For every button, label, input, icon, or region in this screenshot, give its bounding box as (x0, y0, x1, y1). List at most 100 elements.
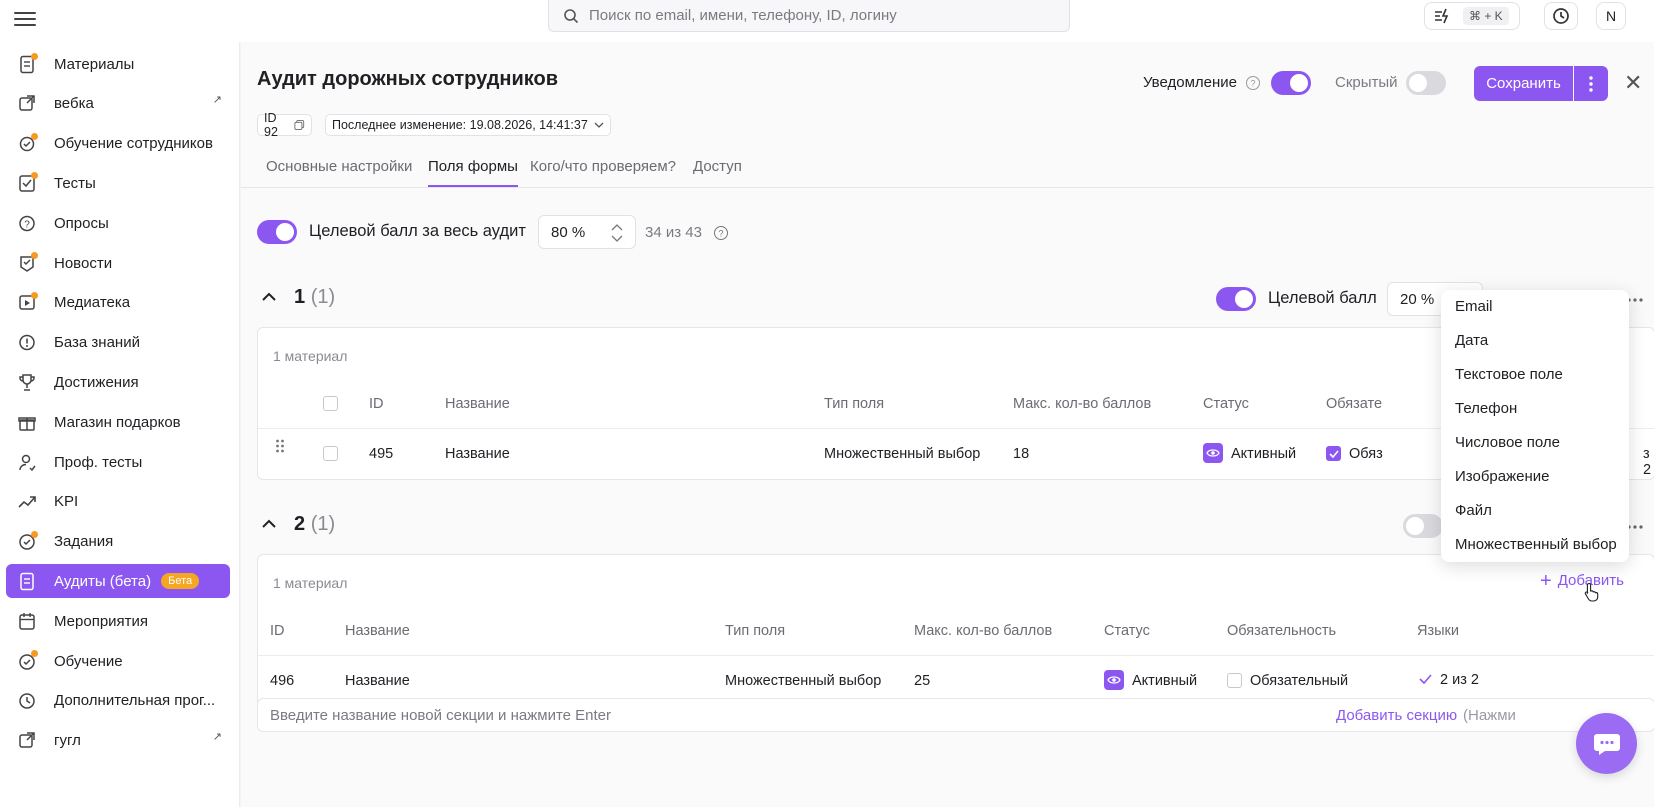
sidebar-item-3[interactable]: Тесты (6, 166, 230, 200)
dropdown-item[interactable]: Текстовое поле (1455, 366, 1563, 383)
dropdown-item[interactable]: Изображение (1455, 468, 1550, 485)
sidebar-item-1[interactable]: вебка ↗ (6, 87, 230, 121)
section-2-score-toggle[interactable] (1403, 514, 1443, 538)
col-type[interactable]: Тип поля (725, 623, 785, 639)
help-icon[interactable]: ? (1245, 75, 1261, 91)
horizontal-dots-icon[interactable] (1627, 525, 1643, 529)
sidebar-item-6[interactable]: Медиатека (6, 286, 230, 320)
help-icon[interactable]: ? (713, 225, 729, 241)
tab-basic-settings[interactable]: Основные настройки (266, 158, 412, 185)
sidebar-item-17[interactable]: гугл ↗ (6, 724, 230, 758)
row-required: Обяз (1349, 446, 1383, 462)
hidden-toggle[interactable] (1406, 71, 1446, 95)
sidebar-item-label: Медиатека (54, 294, 131, 312)
tab-access[interactable]: Доступ (693, 158, 742, 185)
row-status: Активный (1132, 673, 1198, 689)
dropdown-item[interactable]: Email (1455, 298, 1493, 315)
section-1-title: 1 (1) (294, 286, 335, 309)
col-status[interactable]: Статус (1203, 396, 1249, 412)
tab-who-what[interactable]: Кого/что проверяем? (530, 158, 676, 185)
copy-icon[interactable] (294, 119, 305, 131)
col-status[interactable]: Статус (1104, 623, 1150, 639)
search-input[interactable]: Поиск по email, имени, телефону, ID, лог… (548, 0, 1070, 32)
dropdown-item[interactable]: Файл (1455, 502, 1492, 519)
col-name[interactable]: Название (345, 623, 410, 639)
audit-score-input[interactable]: 80 % (538, 215, 636, 249)
col-name[interactable]: Название (445, 396, 510, 412)
stepper-icon[interactable] (611, 223, 623, 243)
sidebar-item-10[interactable]: Проф. тесты (6, 445, 230, 479)
plus-icon: + (1540, 569, 1552, 592)
eye-icon[interactable] (1203, 443, 1223, 463)
lightning-icon (1435, 8, 1449, 24)
tab-form-fields[interactable]: Поля формы (428, 158, 518, 187)
row-type: Множественный выбор (824, 446, 981, 462)
sidebar-item-12[interactable]: Задания (6, 525, 230, 559)
sidebar-item-label: Мероприятия (54, 612, 149, 630)
col-required[interactable]: Обязательность (1227, 623, 1336, 639)
notification-toggle[interactable] (1271, 71, 1311, 95)
col-required[interactable]: Обязате (1326, 396, 1382, 412)
quick-actions-button[interactable]: ⌘ + K (1424, 2, 1520, 30)
chevron-up-icon[interactable] (261, 292, 277, 302)
section-number: 1 (294, 286, 306, 308)
row-name[interactable]: Название (445, 446, 510, 462)
save-button[interactable]: Сохранить (1474, 66, 1573, 101)
dropdown-item[interactable]: Телефон (1455, 400, 1517, 417)
sidebar-item-label: Достижения (54, 373, 139, 391)
user-avatar[interactable]: N (1596, 2, 1626, 30)
id-chip[interactable]: ID 92 (257, 111, 312, 139)
col-id[interactable]: ID (270, 623, 285, 639)
audit-score-toggle[interactable] (257, 220, 297, 244)
sidebar-item-label: Задания (54, 533, 114, 551)
col-type[interactable]: Тип поля (824, 396, 884, 412)
new-section-input[interactable]: Введите название новой секции и нажмите … (257, 698, 1654, 732)
eye-icon[interactable] (1104, 670, 1124, 690)
section-1-score-toggle[interactable] (1216, 287, 1256, 311)
sidebar-item-5[interactable]: Новости (6, 246, 230, 280)
col-max-score[interactable]: Макс. кол-во баллов (914, 623, 1052, 639)
required-checkbox[interactable] (1326, 446, 1341, 461)
row-checkbox[interactable] (323, 446, 338, 461)
row-name[interactable]: Название (345, 673, 410, 689)
drag-handle-icon[interactable] (275, 439, 285, 453)
chat-button[interactable] (1576, 713, 1637, 774)
sidebar-item-16[interactable]: Дополнительная прог... (6, 684, 230, 718)
history-button[interactable] (1544, 2, 1578, 30)
sidebar-item-11[interactable]: KPI (6, 485, 230, 519)
sidebar-item-label: Обучение (54, 652, 123, 670)
col-id[interactable]: ID (369, 396, 384, 412)
more-options-button[interactable] (1574, 66, 1608, 101)
close-icon[interactable]: ✕ (1624, 70, 1642, 96)
section-caption: 1 материал (273, 348, 348, 364)
add-field-button[interactable]: + Добавить (1540, 569, 1624, 592)
col-languages[interactable]: Языки (1417, 623, 1459, 639)
section-number: 2 (294, 513, 306, 535)
horizontal-dots-icon[interactable] (1627, 298, 1643, 302)
dropdown-item[interactable]: Множественный выбор (1455, 536, 1617, 553)
chevron-up-icon[interactable] (261, 519, 277, 529)
section-1-score-value: 20 % (1400, 290, 1435, 308)
sidebar-item-15[interactable]: Обучение (6, 644, 230, 678)
sidebar-item-7[interactable]: База знаний (6, 326, 230, 360)
sidebar-item-13[interactable]: Аудиты (бета) Бета (6, 564, 230, 599)
search-icon (564, 8, 579, 23)
row-id: 495 (369, 446, 394, 462)
sidebar-item-0[interactable]: Материалы (6, 47, 230, 81)
dropdown-item[interactable]: Числовое поле (1455, 434, 1560, 451)
sidebar-item-8[interactable]: Достижения (6, 365, 230, 399)
select-all-checkbox[interactable] (323, 396, 338, 411)
sidebar-item-14[interactable]: Мероприятия (6, 604, 230, 638)
dropdown-item[interactable]: Дата (1455, 332, 1488, 349)
sidebar-item-4[interactable]: ? Опросы (6, 206, 230, 240)
col-max-score[interactable]: Макс. кол-во баллов (1013, 396, 1151, 412)
add-section-button[interactable]: Добавить секцию (1336, 707, 1457, 724)
sidebar-item-2[interactable]: Обучение сотрудников (6, 127, 230, 161)
menu-icon[interactable] (14, 8, 36, 30)
required-checkbox[interactable] (1227, 673, 1242, 688)
last-change-chip[interactable]: Последнее изменение: 19.08.2026, 14:41:3… (325, 114, 611, 136)
training-icon (17, 132, 38, 154)
row-langs: 2 из 2 (1440, 672, 1479, 688)
sidebar-item-9[interactable]: Магазин подарков (6, 405, 230, 439)
section-2-title: 2 (1) (294, 513, 335, 536)
